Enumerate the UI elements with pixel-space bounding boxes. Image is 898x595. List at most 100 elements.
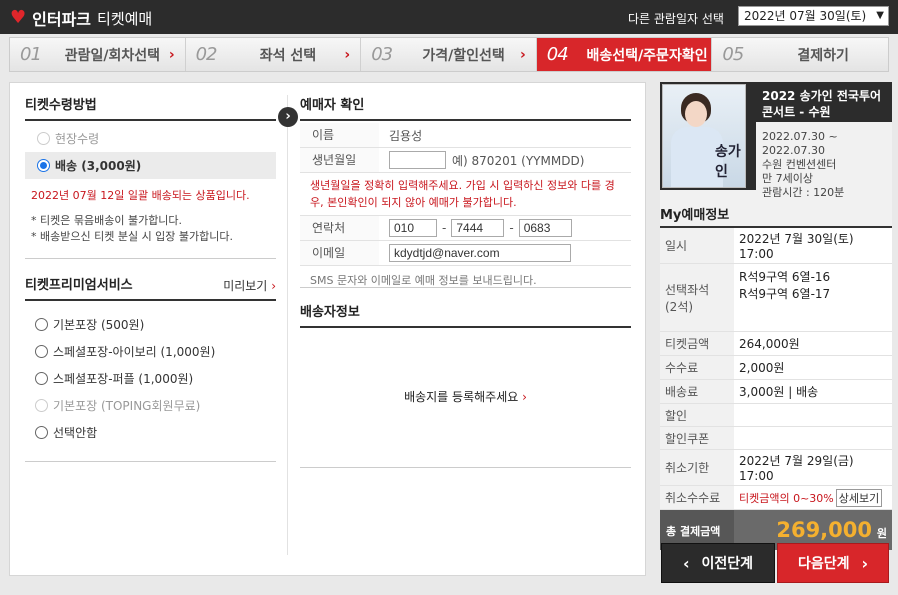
left-column: 티켓수령방법 현장수령 배송 (3,000원) 2022년 07월 12일 일괄…	[25, 95, 276, 462]
next-step-button[interactable]: 다음단계 ›	[777, 543, 889, 583]
show-poster: 송가인	[662, 84, 746, 188]
premium-service-title: 티켓프리미엄서비스 미리보기 ›	[25, 275, 276, 301]
phone-input-3[interactable]	[518, 219, 572, 237]
birth-value-group: 예) 870201 (YYMMDD)	[379, 151, 631, 169]
email-value-group	[379, 244, 631, 262]
cancel-deadline-label: 취소기한	[660, 449, 734, 486]
show-venue: 수원 컨벤션센터	[762, 158, 837, 171]
logo: ♥ 인터파크 티켓예매	[10, 6, 152, 30]
step-5: 05 결제하기	[712, 38, 888, 71]
premium-option[interactable]: 스페셜포장-퍼플 (1,000원)	[25, 365, 276, 392]
radio-button[interactable]	[35, 345, 48, 358]
step-label: 배송선택/주문자확인	[586, 47, 708, 64]
receive-option-onsite[interactable]: 현장수령	[25, 125, 276, 152]
cancel-deadline-value: 2022년 7월 29일(금) 17:00	[734, 449, 892, 486]
email-input[interactable]	[389, 244, 571, 262]
discount-row: 할인	[660, 403, 892, 427]
step-3: 03 가격/할인선택 ›	[361, 38, 537, 71]
shipping-info-title: 배송자정보	[300, 302, 631, 328]
chevron-right-icon: ›	[522, 390, 527, 404]
step-number: 02	[195, 44, 218, 65]
birth-input[interactable]	[389, 151, 446, 169]
receive-option-label: 배송 (3,000원)	[55, 159, 142, 173]
brand-name: 인터파크	[32, 10, 92, 29]
premium-option[interactable]: 선택안함	[25, 419, 276, 446]
delivery-fee-label: 배송료	[660, 379, 734, 404]
phone-input-2[interactable]	[451, 219, 505, 237]
arrow-right-circle-icon: ›	[278, 107, 298, 127]
discount-value	[734, 403, 892, 427]
step-number: 05	[722, 44, 744, 65]
radio-button[interactable]	[35, 399, 48, 412]
show-info: 2022.07.30 ~ 2022.07.30 수원 컨벤션센터 만 7세이상 …	[762, 130, 888, 200]
ticket-price-label: 티켓금액	[660, 331, 734, 356]
poster-figure-face	[685, 101, 707, 127]
delivery-note: * 배송받으신 티켓 분실 시 입장 불가합니다.	[31, 230, 234, 243]
seat-item: R석9구역 6열-16	[739, 270, 831, 284]
date-select-value: 2022년 07월 30일(토)	[744, 9, 867, 23]
email-label: 이메일	[300, 241, 379, 265]
phone-label: 연락처	[300, 216, 379, 240]
step-4-active: 04 배송선택/주문자확인	[536, 38, 713, 71]
date-value: 2022년 7월 30일(토) 17:00	[734, 228, 892, 264]
phone-separator: -	[442, 221, 447, 235]
receive-method-title: 티켓수령방법	[25, 95, 276, 121]
name-label: 이름	[300, 123, 379, 147]
radio-button[interactable]	[37, 132, 50, 145]
fee-row: 수수료 2,000원	[660, 355, 892, 380]
premium-option[interactable]: 기본포장 (TOPING회원무료)	[25, 392, 276, 419]
seat-row: 선택좌석 (2석) R석9구역 6열-16 R석9구역 6열-17	[660, 263, 892, 332]
chevron-right-icon: ›	[520, 46, 526, 63]
chevron-down-icon: ▼	[876, 10, 884, 21]
name-row: 이름 김용성	[300, 123, 631, 148]
show-period: 2022.07.30 ~ 2022.07.30	[762, 130, 838, 157]
show-summary: 송가인 2022 송가인 전국투어 콘서트 - 수원 2022.07.30 ~ …	[660, 82, 892, 206]
receive-option-label: 현장수령	[55, 132, 100, 146]
brand-subtitle: 티켓예매	[97, 9, 153, 28]
ticket-price-value: 264,000원	[734, 331, 892, 356]
delivery-fee-value: 3,000원 | 배송	[734, 379, 892, 404]
register-address-link[interactable]: 배송지를 등록해주세요 ›	[300, 388, 631, 405]
birth-hint: 예) 870201 (YYMMDD)	[452, 153, 585, 168]
step-number: 03	[371, 44, 393, 65]
coupon-value	[734, 426, 892, 450]
preview-link[interactable]: 미리보기 ›	[223, 275, 276, 297]
cancel-fee-label: 취소수수료	[660, 485, 734, 510]
premium-option-label: 스페셜포장-아이보리 (1,000원)	[53, 345, 216, 359]
chevron-right-icon: ›	[861, 553, 869, 573]
radio-button[interactable]	[35, 318, 48, 331]
receive-option-delivery[interactable]: 배송 (3,000원)	[25, 152, 276, 179]
poster-title: 송가인	[715, 144, 741, 180]
register-address-label: 배송지를 등록해주세요	[404, 390, 519, 404]
cancel-deadline-row: 취소기한 2022년 7월 29일(금) 17:00	[660, 449, 892, 486]
premium-option[interactable]: 스페셜포장-아이보리 (1,000원)	[25, 338, 276, 365]
date-row: 일시 2022년 7월 30일(토) 17:00	[660, 228, 892, 264]
premium-option-label: 스페셜포장-퍼플 (1,000원)	[53, 372, 194, 386]
cancel-fee-cell: 티켓금액의 0~30% 상세보기	[734, 485, 892, 510]
birth-label: 생년월일	[300, 148, 379, 172]
coupon-row: 할인쿠폰	[660, 426, 892, 450]
heart-logo-icon: ♥	[10, 7, 27, 28]
column-divider	[287, 95, 288, 555]
radio-button[interactable]	[35, 426, 48, 439]
fee-label: 수수료	[660, 355, 734, 380]
phone-inputs: - -	[379, 219, 631, 237]
prev-step-button[interactable]: ‹ 이전단계	[661, 543, 775, 583]
my-booking-table: 일시 2022년 7월 30일(토) 17:00 선택좌석 (2석) R석9구역…	[660, 228, 892, 510]
step-1: 01 관람일/회차선택 ›	[10, 38, 186, 71]
date-select[interactable]: 2022년 07월 30일(토) ▼	[738, 6, 889, 26]
detail-button[interactable]: 상세보기	[835, 488, 883, 507]
phone-input-1[interactable]	[389, 219, 437, 237]
step-number: 01	[20, 44, 42, 65]
premium-option-label: 기본포장 (500원)	[53, 318, 145, 332]
radio-button[interactable]	[37, 159, 50, 172]
step-2: 02 좌석 선택 ›	[186, 38, 362, 71]
step-label: 결제하기	[797, 47, 849, 64]
delivery-note: * 티켓은 묶음배송이 불가합니다.	[31, 214, 183, 227]
middle-column: 예매자 확인 이름 김용성 생년월일 예) 870201 (YYMMDD) 생년…	[300, 95, 631, 468]
side-panel: 송가인 2022 송가인 전국투어 콘서트 - 수원 2022.07.30 ~ …	[660, 82, 892, 550]
radio-button[interactable]	[35, 372, 48, 385]
premium-option[interactable]: 기본포장 (500원)	[25, 311, 276, 338]
my-booking-title: My예매정보	[660, 206, 892, 228]
seat-label: 선택좌석 (2석)	[660, 263, 734, 332]
